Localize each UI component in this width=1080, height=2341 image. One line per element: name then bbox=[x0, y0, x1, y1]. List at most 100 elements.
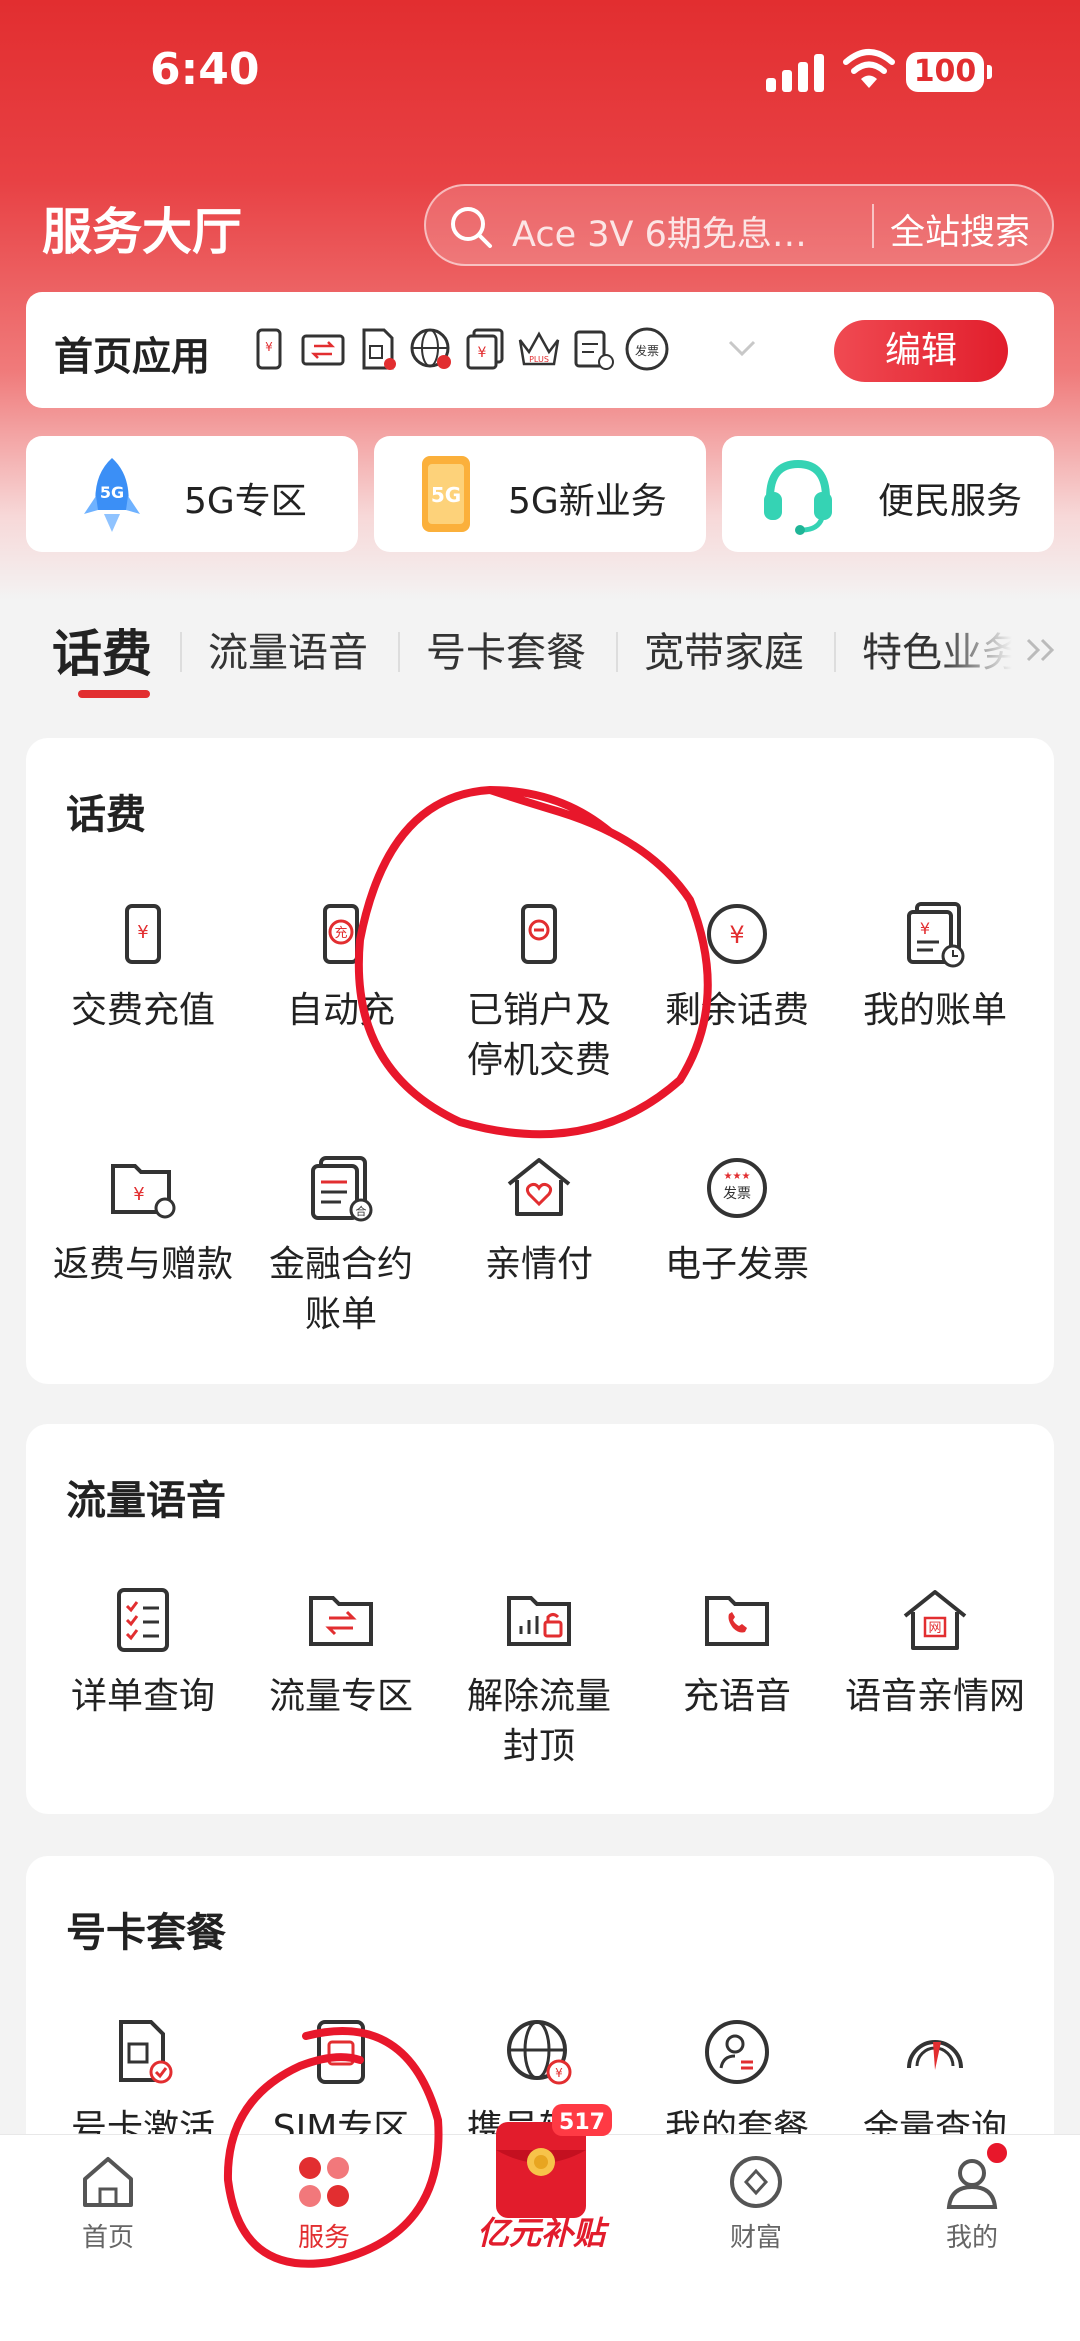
headset-icon bbox=[764, 459, 832, 535]
e-invoice-icon: ★★★ 发票 bbox=[707, 1158, 767, 1218]
bill-yuan-icon[interactable]: ¥ bbox=[460, 324, 510, 374]
phone-5g-icon: 5G bbox=[422, 456, 470, 532]
fee-recharge[interactable]: ¥ 交费充值 bbox=[44, 894, 242, 1036]
card-my-package[interactable]: 我的套餐 bbox=[638, 2012, 836, 2154]
svg-text:发票: 发票 bbox=[723, 1186, 751, 1202]
search-input[interactable]: Ace 3V 6期免息… bbox=[512, 206, 842, 257]
quick-5g-zone[interactable]: 5G 5G专区 bbox=[26, 436, 358, 552]
wealth-icon bbox=[730, 2156, 782, 2208]
svg-text:合: 合 bbox=[356, 1204, 367, 1218]
nav-service[interactable]: 服务 bbox=[244, 2149, 404, 2254]
svg-text:¥: ¥ bbox=[133, 1184, 144, 1205]
globe-yuan-icon: ¥ bbox=[507, 2020, 572, 2085]
page-title: 服务大厅 bbox=[42, 203, 242, 261]
traffic-detail-query[interactable]: 详单查询 bbox=[44, 1580, 242, 1722]
transfer-icon[interactable] bbox=[298, 324, 348, 374]
nav-home[interactable]: 首页 bbox=[28, 2149, 188, 2254]
home-apps-bar: 首页应用 ¥ ¥ PLUS 发票 编辑 bbox=[26, 292, 1054, 408]
checklist-icon bbox=[117, 1588, 169, 1652]
coin-yuan-icon: ¥ bbox=[707, 904, 767, 964]
fee-remaining-balance[interactable]: ¥ 剩余话费 bbox=[638, 894, 836, 1036]
bill-clock-icon: ¥ bbox=[907, 902, 965, 968]
svg-text:5G: 5G bbox=[100, 483, 124, 502]
auto-recharge-icon: 充 bbox=[323, 904, 359, 964]
chevron-down-icon[interactable] bbox=[720, 326, 764, 370]
category-tabs: 话费 流量语音 号卡套餐 宽带家庭 特色业务 bbox=[0, 610, 1080, 700]
nav-profile[interactable]: 我的 bbox=[892, 2149, 1052, 2254]
status-bar: 6:40 100 bbox=[0, 0, 1080, 150]
svg-text:¥: ¥ bbox=[555, 2066, 563, 2080]
nav-wealth[interactable]: 财富 bbox=[676, 2149, 836, 2254]
quick-5g-new-business-label: 5G新业务 bbox=[508, 481, 667, 522]
tab-traffic-voice[interactable]: 流量语音 bbox=[208, 620, 368, 678]
quick-convenience-service[interactable]: 便民服务 bbox=[722, 436, 1054, 552]
tab-broadband-home[interactable]: 宽带家庭 bbox=[644, 620, 804, 678]
section-traffic-voice: 流量语音 详单查询 流量专区 解除流量 封顶 充语音 网 语音亲情网 bbox=[26, 1424, 1054, 1814]
notification-dot bbox=[984, 2140, 1010, 2166]
svg-text:网: 网 bbox=[928, 1621, 941, 1636]
card-sim-zone[interactable]: SIM专区 bbox=[242, 2012, 440, 2154]
traffic-family-voice-net[interactable]: 网 语音亲情网 bbox=[836, 1580, 1034, 1722]
home-apps-label: 首页应用 bbox=[54, 335, 211, 380]
search-bar[interactable]: Ace 3V 6期免息… 全站搜索 bbox=[424, 184, 1054, 266]
fee-finance-contract-bill[interactable]: 合 金融合约 账单 bbox=[242, 1148, 440, 1340]
unlock-traffic-icon bbox=[507, 1596, 571, 1646]
fee-auto-recharge[interactable]: 充 自动充 bbox=[242, 894, 440, 1036]
svg-text:517: 517 bbox=[559, 2110, 605, 2135]
svg-text:¥: ¥ bbox=[729, 921, 744, 949]
tabs-fade bbox=[940, 610, 1030, 700]
battery-indicator: 100 bbox=[906, 52, 992, 92]
globe-icon[interactable] bbox=[406, 324, 456, 374]
phone-yuan-icon: ¥ bbox=[125, 904, 161, 964]
home-icon bbox=[83, 2157, 133, 2207]
svg-text:¥: ¥ bbox=[137, 922, 148, 943]
fee-family-pay[interactable]: 亲情付 bbox=[440, 1148, 638, 1290]
traffic-zone[interactable]: 流量专区 bbox=[242, 1580, 440, 1722]
svg-text:¥: ¥ bbox=[478, 345, 487, 361]
fee-closed-account-payment[interactable]: 已销户及 停机交费 bbox=[440, 894, 638, 1086]
phone-minus-icon bbox=[521, 904, 557, 964]
svg-text:5G: 5G bbox=[431, 483, 461, 507]
invoice-icon[interactable]: 发票 bbox=[622, 324, 672, 374]
traffic-folder-icon bbox=[309, 1596, 373, 1646]
fee-my-bill[interactable]: ¥ 我的账单 bbox=[836, 894, 1034, 1036]
phone-yuan-icon[interactable]: ¥ bbox=[244, 324, 294, 374]
active-tab-indicator bbox=[78, 690, 150, 698]
tab-number-package[interactable]: 号卡套餐 bbox=[426, 620, 586, 678]
voice-folder-icon bbox=[705, 1596, 769, 1646]
section-fee-title: 话费 bbox=[66, 792, 146, 838]
edit-button[interactable]: 编辑 bbox=[834, 320, 1008, 382]
service-clover-icon bbox=[299, 2157, 349, 2207]
traffic-remove-cap[interactable]: 解除流量 封顶 bbox=[440, 1580, 638, 1772]
fee-e-invoice[interactable]: ★★★ 发票 电子发票 bbox=[638, 1148, 836, 1290]
tab-divider bbox=[616, 632, 618, 672]
home-heart-icon bbox=[507, 1158, 571, 1216]
user-package-icon bbox=[705, 2020, 769, 2084]
quick-5g-new-business[interactable]: 5G 5G新业务 bbox=[374, 436, 706, 552]
search-divider bbox=[872, 204, 874, 248]
svg-text:★★★: ★★★ bbox=[724, 1171, 751, 1182]
contract-bill-icon: 合 bbox=[311, 1156, 373, 1222]
svg-text:充: 充 bbox=[334, 925, 347, 941]
gauge-icon bbox=[907, 2040, 963, 2070]
red-envelope-icon[interactable]: 517 亿元补贴 bbox=[456, 2104, 626, 2254]
rocket-5g-icon: 5G bbox=[84, 458, 140, 532]
fee-refund-gift[interactable]: ¥ 返费与赠款 bbox=[44, 1148, 242, 1290]
refund-folder-icon: ¥ bbox=[111, 1164, 176, 1219]
card-activation[interactable]: 号卡激活 bbox=[44, 2012, 242, 2154]
search-icon bbox=[451, 207, 492, 248]
tab-divider bbox=[180, 632, 182, 672]
site-search-button[interactable]: 全站搜索 bbox=[890, 204, 1030, 255]
traffic-voice-recharge[interactable]: 充语音 bbox=[638, 1580, 836, 1722]
svg-text:亿元补贴: 亿元补贴 bbox=[477, 2214, 610, 2252]
crown-plus-icon[interactable]: PLUS bbox=[514, 324, 564, 374]
tab-fee[interactable]: 话费 bbox=[52, 614, 152, 686]
quick-5g-zone-label: 5G专区 bbox=[184, 481, 307, 522]
receipt-icon[interactable] bbox=[568, 324, 618, 374]
card-balance-query[interactable]: 余量查询 bbox=[836, 2012, 1034, 2154]
double-chevron-right-icon[interactable] bbox=[1020, 628, 1064, 672]
wifi-icon bbox=[843, 49, 895, 88]
cellular-signal-icon bbox=[766, 52, 826, 92]
section-number-package-title: 号卡套餐 bbox=[66, 1910, 226, 1956]
sim-icon[interactable] bbox=[352, 324, 402, 374]
